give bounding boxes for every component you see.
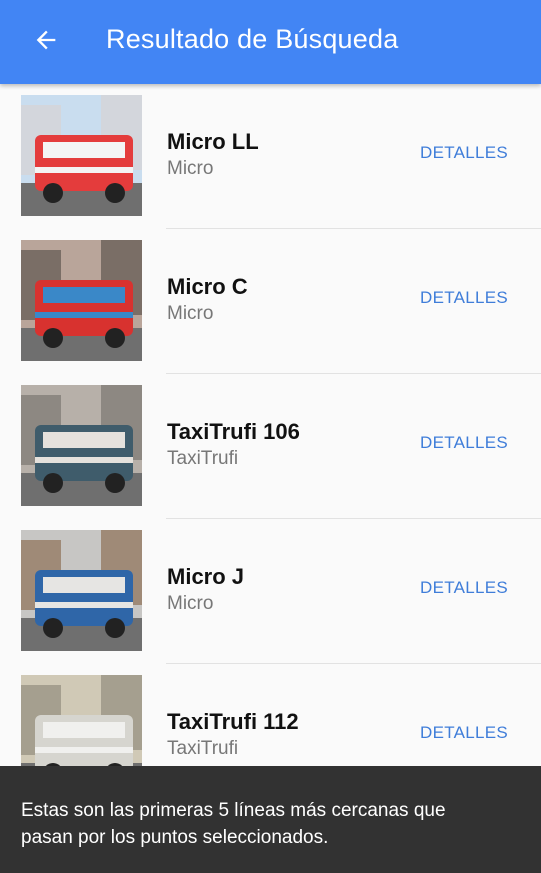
back-button[interactable] (22, 22, 70, 62)
details-button[interactable]: DETALLES (410, 574, 518, 602)
vehicle-type: TaxiTrufi (167, 738, 239, 759)
result-item[interactable]: TaxiTrufi 112 TaxiTrufi DETALLES (0, 664, 541, 766)
route-name: TaxiTrufi 112 (167, 709, 299, 734)
vehicle-photo (21, 240, 142, 361)
route-name: Micro J (167, 564, 245, 589)
page-title: Resultado de Búsqueda (106, 24, 399, 54)
result-item[interactable]: Micro LL Micro DETALLES (0, 84, 541, 229)
route-name: TaxiTrufi 106 (167, 419, 300, 444)
details-button[interactable]: DETALLES (410, 429, 518, 457)
vehicle-type: Micro (167, 158, 214, 179)
vehicle-photo (21, 385, 142, 506)
vehicle-type: Micro (167, 593, 214, 614)
details-button[interactable]: DETALLES (410, 139, 518, 167)
vehicle-photo (21, 530, 142, 651)
details-button[interactable]: DETALLES (410, 719, 518, 747)
route-name: Micro C (167, 274, 248, 299)
snackbar: Estas son las primeras 5 líneas más cerc… (0, 766, 541, 873)
vehicle-type: TaxiTrufi (167, 448, 239, 469)
route-name: Micro LL (167, 129, 259, 154)
result-item[interactable]: Micro J Micro DETALLES (0, 519, 541, 664)
vehicle-type: Micro (167, 303, 214, 324)
arrow-left-icon (32, 26, 60, 59)
result-item[interactable]: TaxiTrufi 106 TaxiTrufi DETALLES (0, 374, 541, 519)
app-bar: Resultado de Búsqueda (0, 0, 541, 84)
vehicle-photo (21, 95, 142, 216)
results-list[interactable]: Micro LL Micro DETALLES Micro C Micro DE… (0, 84, 541, 766)
result-item[interactable]: Micro C Micro DETALLES (0, 229, 541, 374)
details-button[interactable]: DETALLES (410, 284, 518, 312)
snackbar-message: Estas son las primeras 5 líneas más cerc… (21, 800, 446, 848)
vehicle-photo (21, 675, 142, 766)
